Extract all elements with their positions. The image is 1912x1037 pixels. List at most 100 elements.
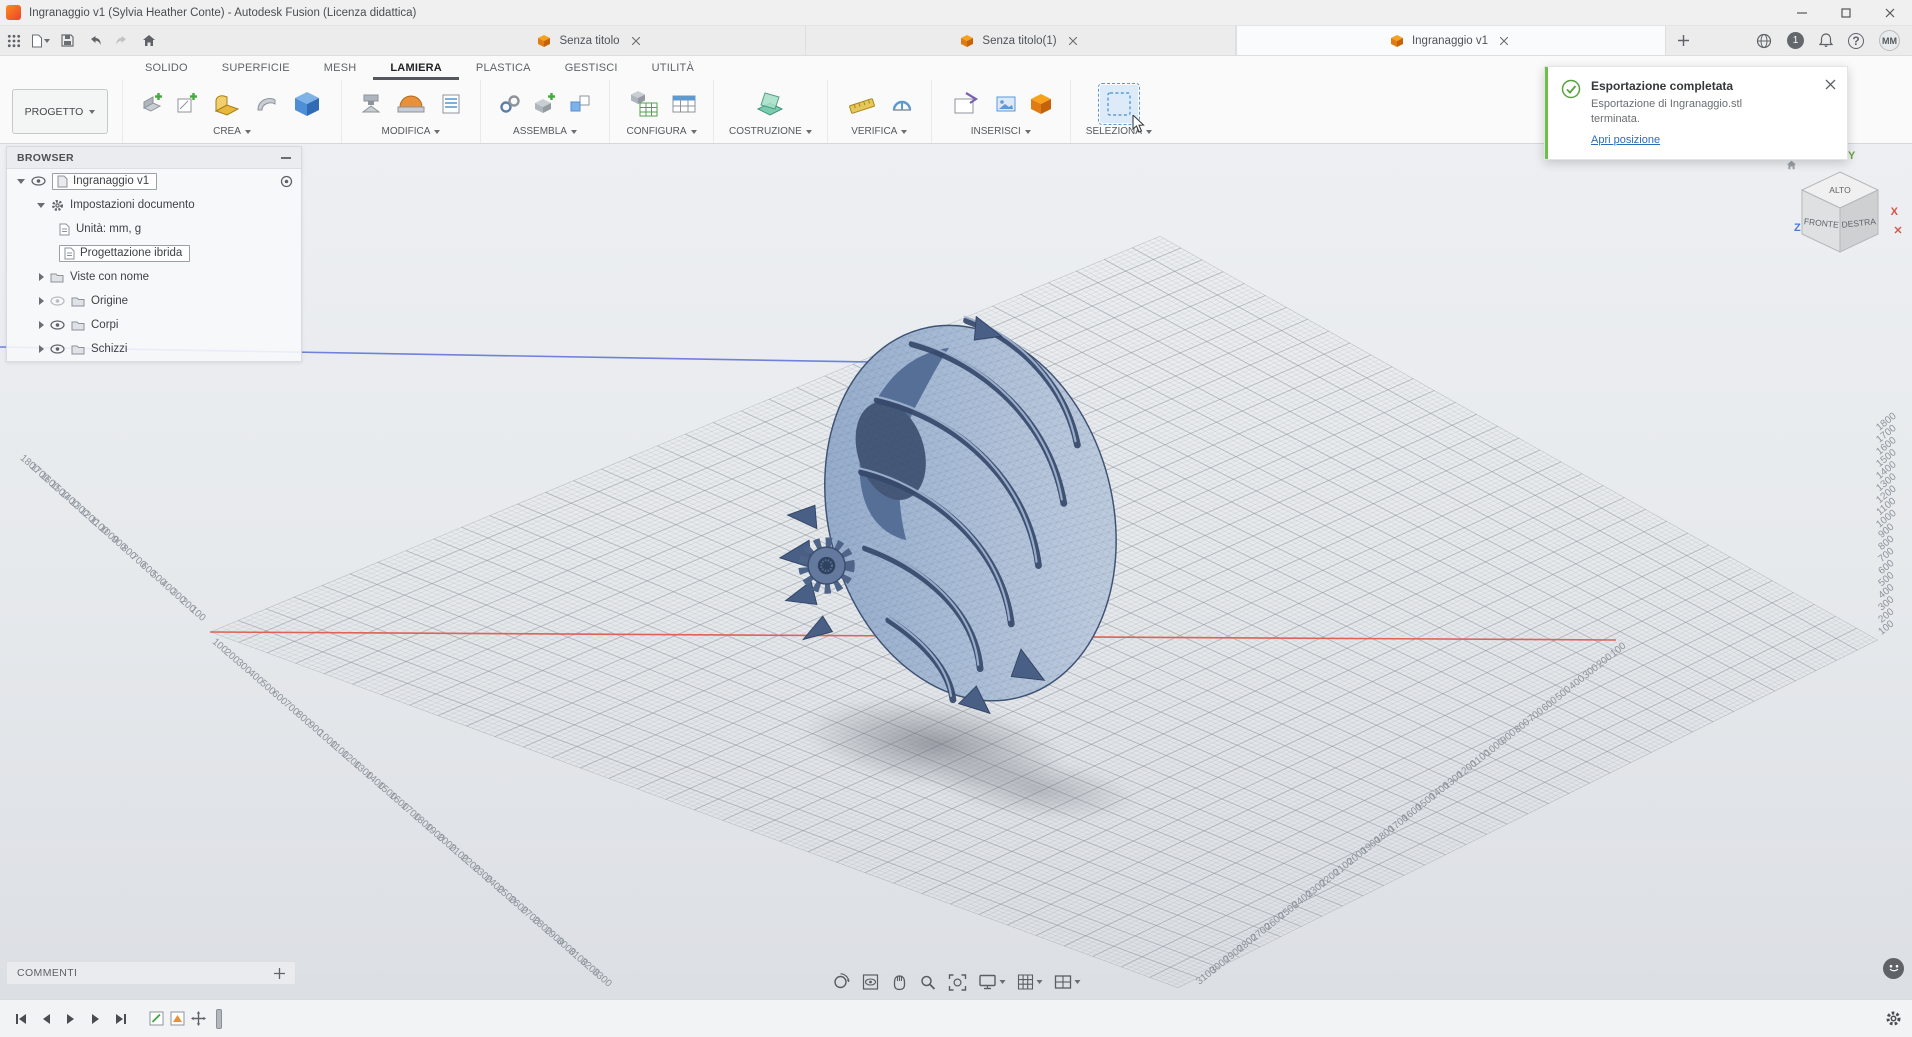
insert-mcmaster-button[interactable] xyxy=(1027,90,1055,118)
visibility-eye-icon[interactable] xyxy=(50,344,65,354)
assistant-icon[interactable] xyxy=(1883,958,1904,979)
view-cube[interactable]: ALTO FRONTE DESTRA Y Z X xyxy=(1784,156,1896,268)
notifications-bell-icon[interactable] xyxy=(1819,33,1833,48)
assembla-menu[interactable]: ASSEMBLA xyxy=(513,123,577,141)
browser-row-origin[interactable]: Origine xyxy=(7,289,301,313)
look-at-icon[interactable] xyxy=(862,973,880,991)
section-analysis-button[interactable] xyxy=(888,90,916,118)
project-menu-button[interactable]: PROGETTO xyxy=(12,89,108,134)
construction-plane-button[interactable] xyxy=(751,85,789,123)
modifica-menu[interactable]: MODIFICA xyxy=(382,123,441,141)
browser-row-settings[interactable]: Impostazioni documento xyxy=(7,193,301,217)
convert-to-sheet-metal-button[interactable] xyxy=(288,85,326,123)
undo-icon[interactable] xyxy=(81,27,108,54)
unfold-button[interactable] xyxy=(392,85,430,123)
timeline-skip-start-button[interactable] xyxy=(10,1008,32,1030)
configuration-table-button[interactable] xyxy=(670,90,698,118)
grid-settings-icon[interactable] xyxy=(1018,974,1043,990)
pan-hand-icon[interactable] xyxy=(892,973,908,991)
timeline-play-button[interactable] xyxy=(60,1008,82,1030)
configure-button[interactable] xyxy=(625,85,663,123)
home-view-icon[interactable] xyxy=(135,27,162,54)
insert-derive-button[interactable] xyxy=(947,85,985,123)
hem-button[interactable] xyxy=(253,90,281,118)
press-brake-button[interactable] xyxy=(357,90,385,118)
ribbon-tab-utilita[interactable]: UTILITÀ xyxy=(635,56,711,80)
browser-row-sketches[interactable]: Schizzi xyxy=(7,337,301,361)
chevron-down-icon[interactable] xyxy=(37,203,45,208)
new-component-button[interactable] xyxy=(531,90,559,118)
orbit-icon[interactable] xyxy=(832,973,850,991)
browser-row-hybrid-design[interactable]: Progettazione ibrida xyxy=(7,241,301,265)
ribbon-tab-mesh[interactable]: MESH xyxy=(307,56,374,80)
document-tab-3-active[interactable]: Ingranaggio v1 xyxy=(1236,26,1666,55)
visibility-eye-off-icon[interactable] xyxy=(50,296,65,306)
ribbon-tab-plastica[interactable]: PLASTICA xyxy=(459,56,548,80)
close-tab-icon[interactable] xyxy=(628,33,644,49)
close-tab-icon[interactable] xyxy=(1065,33,1081,49)
align-button[interactable] xyxy=(566,90,594,118)
minimize-button[interactable] xyxy=(1780,0,1824,25)
ribbon-tab-gestisci[interactable]: GESTISCI xyxy=(548,56,635,80)
ribbon-tab-lamiera-active[interactable]: LAMIERA xyxy=(373,56,459,80)
comments-panel-bar[interactable]: COMMENTI xyxy=(6,961,296,985)
add-comment-icon[interactable] xyxy=(274,968,285,979)
toast-close-icon[interactable] xyxy=(1822,76,1838,92)
chevron-right-icon[interactable] xyxy=(39,273,44,281)
target-design-icon[interactable] xyxy=(280,175,293,188)
chevron-right-icon[interactable] xyxy=(39,321,44,329)
viewports-icon[interactable] xyxy=(1055,975,1081,989)
help-icon[interactable]: ? xyxy=(1848,33,1864,49)
sketch-feature-icon[interactable] xyxy=(149,1011,164,1026)
select-button[interactable] xyxy=(1100,85,1138,123)
timeline-step-forward-button[interactable] xyxy=(85,1008,107,1030)
3d-model-gear[interactable] xyxy=(776,306,1126,726)
visibility-eye-icon[interactable] xyxy=(50,320,65,330)
user-avatar[interactable]: MM xyxy=(1879,30,1900,51)
measure-button[interactable] xyxy=(843,85,881,123)
job-status-badge[interactable]: 1 xyxy=(1787,32,1804,49)
create-flange-button[interactable] xyxy=(138,90,166,118)
chevron-right-icon[interactable] xyxy=(39,345,44,353)
fit-view-icon[interactable] xyxy=(949,974,967,991)
timeline-position-marker[interactable] xyxy=(216,1009,222,1029)
mesh-feature-icon[interactable] xyxy=(170,1011,185,1026)
create-sketch-button[interactable] xyxy=(173,90,201,118)
browser-row-units[interactable]: Unità: mm, g xyxy=(7,217,301,241)
save-icon[interactable] xyxy=(54,27,81,54)
ribbon-tab-superficie[interactable]: SUPERFICIE xyxy=(205,56,307,80)
viewcube-home-icon[interactable] xyxy=(1786,160,1797,170)
data-panel-toggle-icon[interactable] xyxy=(0,27,27,54)
new-tab-icon[interactable] xyxy=(1666,26,1700,55)
document-tab-1[interactable]: Senza titolo xyxy=(376,26,806,55)
costruzione-menu[interactable]: COSTRUZIONE xyxy=(729,123,812,141)
ribbon-tab-solido[interactable]: SOLIDO xyxy=(128,56,205,80)
joint-button[interactable] xyxy=(496,90,524,118)
crea-menu[interactable]: CREA xyxy=(213,123,251,141)
close-button[interactable] xyxy=(1868,0,1912,25)
browser-row-bodies[interactable]: Corpi xyxy=(7,313,301,337)
timeline-settings-gear-icon[interactable] xyxy=(1885,1010,1902,1027)
timeline-step-back-button[interactable] xyxy=(35,1008,57,1030)
insert-image-button[interactable] xyxy=(992,90,1020,118)
chevron-down-icon[interactable] xyxy=(17,179,25,184)
file-menu-icon[interactable] xyxy=(27,27,54,54)
redo-icon[interactable] xyxy=(108,27,135,54)
open-location-link[interactable]: Apri posizione xyxy=(1591,134,1660,146)
display-settings-icon[interactable] xyxy=(979,974,1006,990)
verifica-menu[interactable]: VERIFICA xyxy=(851,123,907,141)
browser-row-root[interactable]: Ingranaggio v1 xyxy=(7,169,301,193)
chevron-right-icon[interactable] xyxy=(39,297,44,305)
visibility-eye-icon[interactable] xyxy=(31,176,46,186)
flange-button[interactable] xyxy=(208,85,246,123)
browser-row-named-views[interactable]: Viste con nome xyxy=(7,265,301,289)
inserisci-menu[interactable]: INSERISCI xyxy=(971,123,1031,141)
sheet-metal-rules-button[interactable] xyxy=(437,90,465,118)
extensions-globe-icon[interactable] xyxy=(1756,33,1772,49)
document-tab-2[interactable]: Senza titolo(1) xyxy=(806,26,1236,55)
browser-collapse-icon[interactable] xyxy=(281,157,291,159)
close-tab-icon[interactable] xyxy=(1496,33,1512,49)
maximize-button[interactable] xyxy=(1824,0,1868,25)
move-feature-icon[interactable] xyxy=(191,1011,206,1026)
timeline-skip-end-button[interactable] xyxy=(110,1008,132,1030)
